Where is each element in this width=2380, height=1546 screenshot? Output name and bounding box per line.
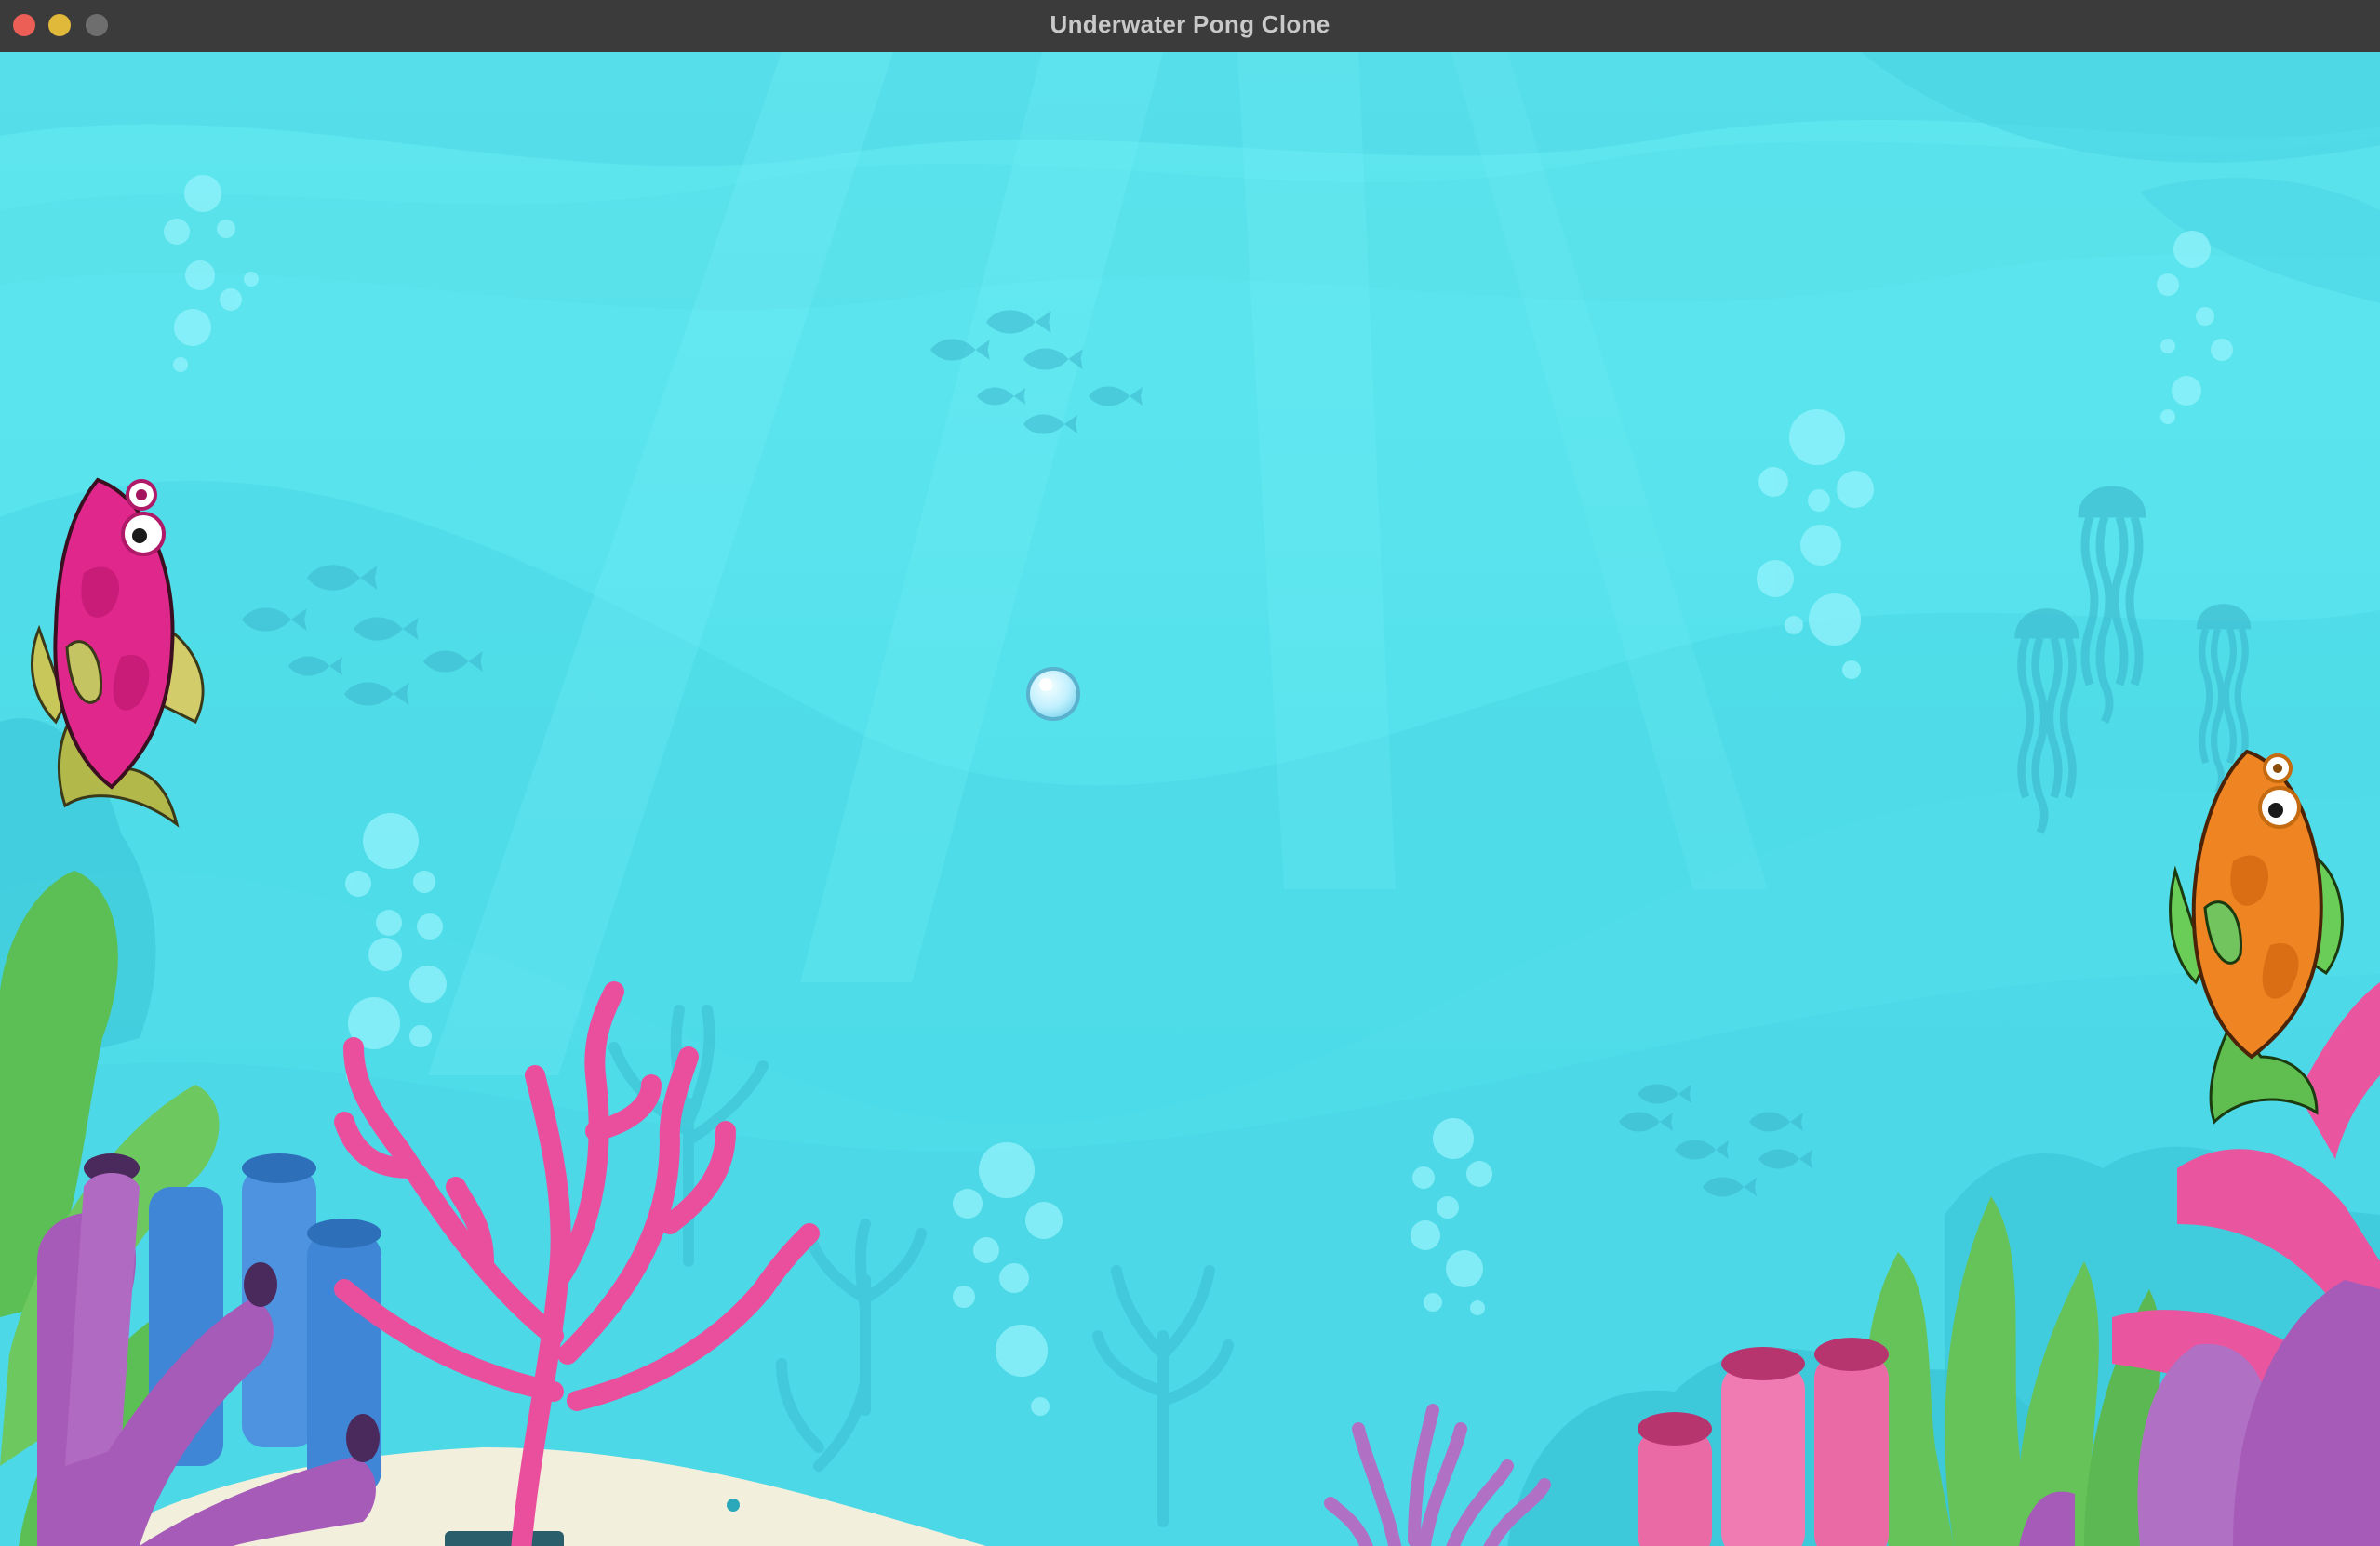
pebble-decoration xyxy=(727,1499,740,1512)
title-bar: Underwater Pong Clone xyxy=(0,0,2380,53)
paddle-stand-decoration xyxy=(445,1531,564,1546)
game-window: Underwater Pong Clone xyxy=(0,0,2380,1546)
ball-bubble-icon xyxy=(1026,667,1080,721)
game-canvas[interactable] xyxy=(0,52,2380,1546)
window-title: Underwater Pong Clone xyxy=(1050,10,1330,38)
